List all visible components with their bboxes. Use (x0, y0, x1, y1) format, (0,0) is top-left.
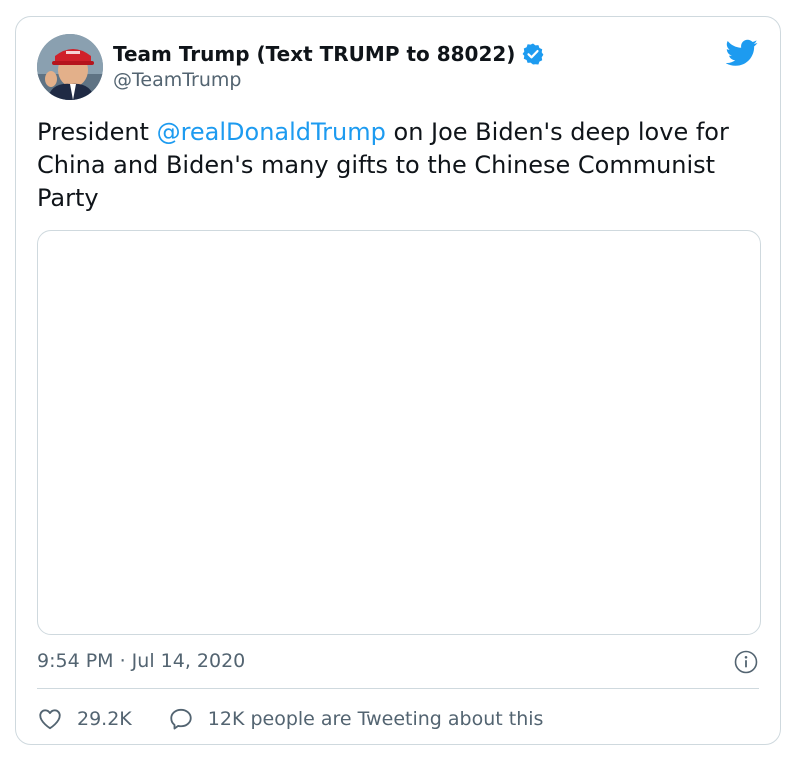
tweet-card: Team Trump (Text TRUMP to 88022) @TeamTr… (15, 16, 781, 745)
tweet-timestamp[interactable]: 9:54 PM · Jul 14, 2020 (37, 650, 245, 672)
conversation-label[interactable]: 12K people are Tweeting about this (208, 708, 544, 730)
author-handle[interactable]: @TeamTrump (113, 69, 241, 91)
avatar[interactable] (37, 34, 103, 100)
conversation-action[interactable]: 12K people are Tweeting about this (168, 706, 544, 732)
verified-badge-icon (523, 43, 544, 65)
tweet-actions: 29.2K 12K people are Tweeting about this (37, 706, 543, 732)
divider (37, 688, 759, 689)
like-action[interactable]: 29.2K (37, 706, 132, 732)
author-name-row[interactable]: Team Trump (Text TRUMP to 88022) (113, 42, 545, 66)
heart-icon[interactable] (37, 706, 63, 732)
tweet-text-before: President (37, 118, 157, 146)
like-count: 29.2K (77, 708, 132, 730)
reply-bubble-icon[interactable] (168, 706, 194, 732)
tweet-text: President @realDonaldTrump on Joe Biden'… (37, 116, 767, 215)
info-icon[interactable] (734, 650, 758, 674)
media-placeholder[interactable] (37, 230, 761, 635)
mention-link[interactable]: @realDonaldTrump (157, 118, 386, 146)
author-display-name[interactable]: Team Trump (Text TRUMP to 88022) (113, 42, 515, 66)
avatar-image (37, 34, 103, 100)
twitter-bird-icon[interactable] (726, 39, 758, 67)
